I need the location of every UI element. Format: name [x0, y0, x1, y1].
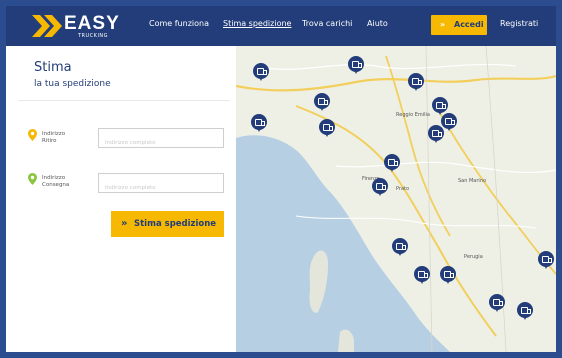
- estimate-button-label: Stima spedizione: [134, 219, 217, 229]
- delivery-label: Indirizzo Consegna: [42, 175, 69, 189]
- map-city-label: Prato: [396, 186, 410, 192]
- nav-trova-carichi[interactable]: Trova carichi: [302, 19, 352, 28]
- truck-marker-icon[interactable]: [392, 238, 408, 257]
- logo-text: EASY: [64, 13, 120, 34]
- login-label: Accedi: [454, 20, 484, 29]
- truck-marker-icon[interactable]: [414, 266, 430, 285]
- truck-marker-icon[interactable]: [489, 294, 505, 313]
- truck-marker-icon[interactable]: [319, 119, 335, 138]
- delivery-label-line2: Consegna: [42, 182, 70, 188]
- pickup-pin-icon: [28, 129, 37, 141]
- truck-marker-icon[interactable]: [253, 63, 269, 82]
- truck-marker-icon[interactable]: [372, 178, 388, 197]
- truck-marker-icon[interactable]: [538, 251, 554, 270]
- map-city-label: Reggio Emilia: [396, 112, 430, 118]
- truck-marker-icon[interactable]: [517, 302, 533, 321]
- double-chevron-icon: »: [121, 218, 128, 229]
- nav-stima-spedizione[interactable]: Stima spedizione: [223, 19, 291, 28]
- pickup-label-line1: Indirizzo: [42, 131, 66, 137]
- pickup-label-line2: Ritiro: [42, 138, 57, 144]
- map-city-label: San Marino: [458, 178, 487, 184]
- divider: [18, 100, 230, 101]
- map-city-label: Perugia: [464, 254, 483, 260]
- delivery-address-field[interactable]: [98, 173, 224, 197]
- map-view[interactable]: Reggio Emilia Firenze San Marino Perugia…: [236, 46, 556, 352]
- truck-marker-icon[interactable]: [440, 266, 456, 285]
- truck-marker-icon[interactable]: [251, 114, 267, 133]
- pickup-label: Indirizzo Ritiro: [42, 131, 65, 145]
- logo-subtext: TRUCKING: [78, 33, 109, 39]
- truck-marker-icon[interactable]: [384, 154, 400, 173]
- delivery-pin-icon: [28, 173, 37, 185]
- pickup-address-field[interactable]: [98, 128, 224, 152]
- map-background: [236, 46, 556, 352]
- delivery-address-input[interactable]: [99, 179, 223, 197]
- login-button[interactable]: » Accedi: [431, 15, 487, 35]
- double-chevron-icon: »: [440, 20, 446, 29]
- register-link[interactable]: Registrati: [500, 19, 538, 28]
- nav-come-funziona[interactable]: Come funziona: [149, 19, 209, 28]
- header-bar: EASY TRUCKING Come funziona Stima spediz…: [6, 6, 556, 46]
- estimate-panel: Stima la tua spedizione Indirizzo Ritiro…: [18, 52, 230, 352]
- truck-marker-icon[interactable]: [348, 56, 364, 75]
- truck-marker-icon[interactable]: [428, 125, 444, 144]
- delivery-label-line1: Indirizzo: [42, 175, 66, 181]
- page-frame: EASY TRUCKING Come funziona Stima spediz…: [6, 6, 556, 352]
- panel-subtitle: la tua spedizione: [34, 79, 111, 89]
- panel-title: Stima: [34, 60, 72, 75]
- pickup-address-input[interactable]: [99, 134, 223, 152]
- logo-chevron-icon: [32, 15, 62, 37]
- truck-marker-icon[interactable]: [408, 73, 424, 92]
- truck-marker-icon[interactable]: [314, 93, 330, 112]
- nav-aiuto[interactable]: Aiuto: [367, 19, 388, 28]
- estimate-button[interactable]: » Stima spedizione: [111, 211, 224, 237]
